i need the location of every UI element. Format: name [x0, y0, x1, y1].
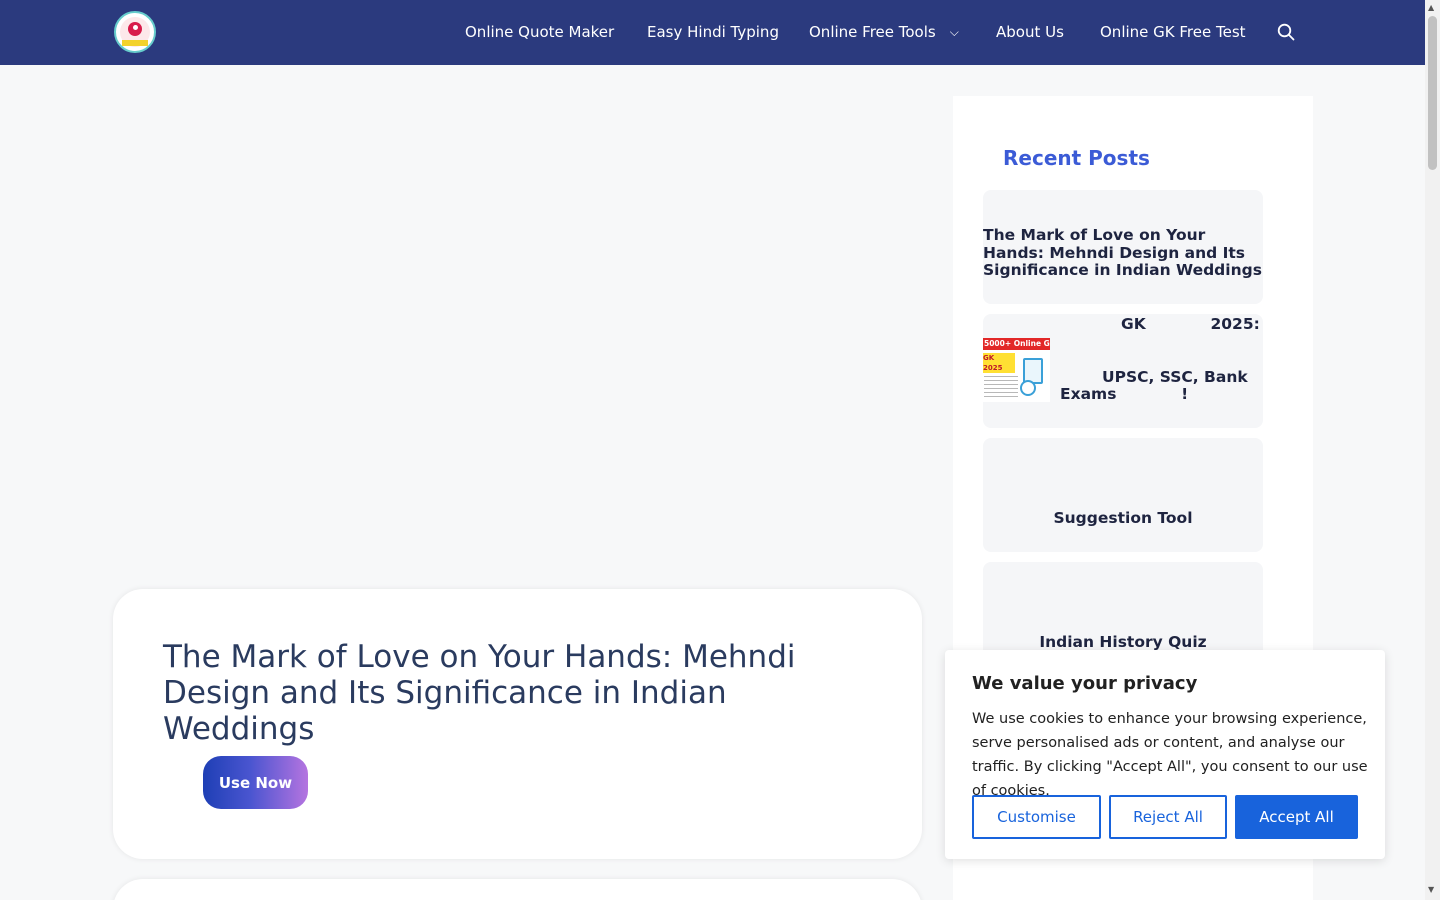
- recent-post-title: The Mark of Love on Your Hands: Mehndi D…: [983, 226, 1262, 279]
- thumb-banner: 5000+ Online GK: [983, 338, 1050, 350]
- clock-icon: [1020, 380, 1036, 396]
- search-icon[interactable]: [1277, 23, 1295, 41]
- logo-dot-highlight: [133, 25, 138, 30]
- post-card: The Mark of Love on Your Hands: Mehndi D…: [113, 589, 922, 859]
- site-header: Online Quote Maker Easy Hindi Typing Onl…: [0, 0, 1425, 65]
- recent-post-title: Suggestion Tool: [1053, 509, 1193, 527]
- logo-band: [122, 40, 148, 46]
- site-logo[interactable]: [114, 11, 156, 53]
- cookie-text: We use cookies to enhance your browsing …: [972, 711, 1368, 799]
- sidebar-title: Recent Posts: [1003, 146, 1150, 170]
- recent-post-title-line: UPSC, SSC, Bank: [1102, 368, 1248, 386]
- scroll-down-icon[interactable]: ▼: [1428, 885, 1434, 894]
- recent-post-item[interactable]: 5000+ Online GK GK 2025 GK 2025: UPSC, S…: [983, 314, 1263, 428]
- recent-post-thumbnail: 5000+ Online GK GK 2025: [983, 338, 1050, 402]
- nav-easy-hindi-typing[interactable]: Easy Hindi Typing: [647, 23, 779, 41]
- thumb-lines: [984, 376, 1018, 400]
- recent-post-title: Indian History Quiz: [1039, 633, 1207, 651]
- cookie-consent-banner: We value your privacy We use cookies to …: [945, 650, 1385, 859]
- thumb-badge: GK 2025: [983, 353, 1015, 373]
- page-scrollbar[interactable]: ▲ ▼: [1425, 0, 1440, 900]
- reject-all-button[interactable]: Reject All: [1109, 795, 1227, 839]
- post-title[interactable]: The Mark of Love on Your Hands: Mehndi D…: [163, 639, 883, 747]
- accept-all-button[interactable]: Accept All: [1235, 795, 1358, 839]
- nav-about-us[interactable]: About Us: [996, 23, 1064, 41]
- recent-post-item[interactable]: The Mark of Love on Your Hands: Mehndi D…: [983, 190, 1263, 304]
- recent-post-item[interactable]: Suggestion Tool: [983, 438, 1263, 552]
- use-now-button[interactable]: Use Now: [203, 756, 308, 809]
- customise-button[interactable]: Customise: [972, 795, 1101, 839]
- nav-online-free-tools-label: Online Free Tools: [809, 23, 936, 41]
- cookie-title: We value your privacy: [972, 673, 1198, 694]
- recent-post-title-line: Exams !: [1060, 385, 1189, 403]
- scroll-up-icon[interactable]: ▲: [1428, 3, 1434, 12]
- nav-online-gk-free-test[interactable]: Online GK Free Test: [1100, 23, 1246, 41]
- nav-online-free-tools[interactable]: Online Free Tools ⌵: [809, 23, 959, 41]
- scrollbar-thumb[interactable]: [1428, 16, 1437, 170]
- recent-post-title-line: GK 2025:: [1121, 315, 1260, 333]
- post-card: [113, 879, 922, 900]
- nav-online-quote-maker[interactable]: Online Quote Maker: [465, 23, 614, 41]
- chevron-down-icon: ⌵: [949, 25, 959, 39]
